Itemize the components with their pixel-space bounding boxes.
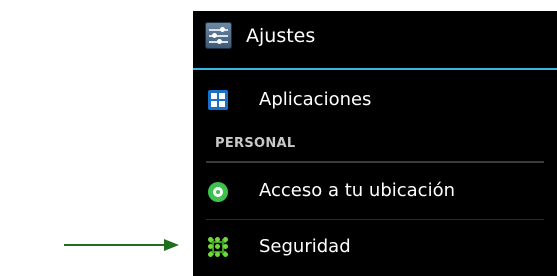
location-icon <box>208 182 228 202</box>
section-header-personal: PERSONAL <box>215 136 296 151</box>
settings-item-label: Seguridad <box>259 236 351 257</box>
settings-item-aplicaciones[interactable]: Aplicaciones <box>193 70 557 134</box>
settings-item-location-access[interactable]: Acceso a tu ubicación <box>193 163 557 219</box>
settings-screen: Ajustes Aplicaciones PERSONAL Acceso a t… <box>193 11 557 276</box>
apps-grid-icon <box>208 90 228 110</box>
page-title: Ajustes <box>246 25 316 47</box>
settings-sliders-icon[interactable] <box>205 22 232 49</box>
security-pattern-icon <box>208 237 228 257</box>
action-bar: Ajustes <box>193 11 557 68</box>
settings-item-label: Acceso a tu ubicación <box>259 180 455 201</box>
settings-item-security[interactable]: Seguridad <box>193 220 557 276</box>
settings-item-label: Aplicaciones <box>259 89 372 110</box>
stage: Ajustes Aplicaciones PERSONAL Acceso a t… <box>0 0 557 276</box>
